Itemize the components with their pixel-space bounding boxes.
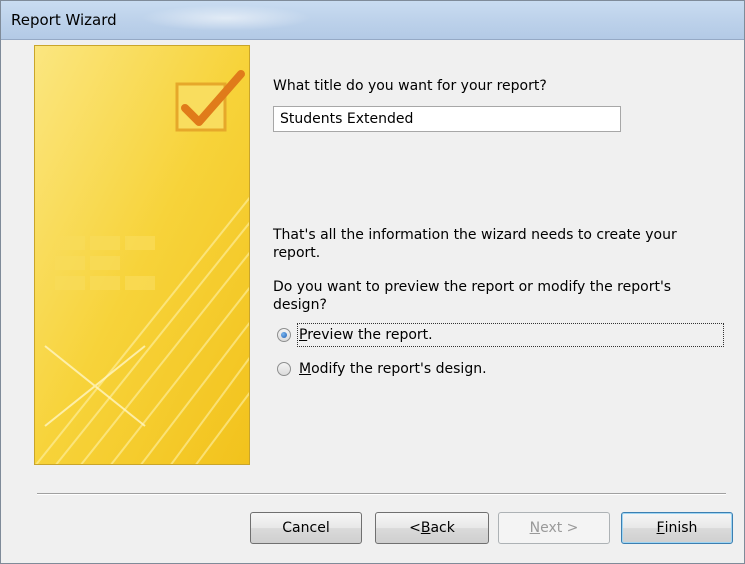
report-title-input[interactable] xyxy=(273,106,621,132)
modify-design-option[interactable]: Modify the report's design. xyxy=(277,357,487,381)
preview-report-option[interactable]: Preview the report. xyxy=(277,323,433,347)
info-text-line-1: That's all the information the wizard ne… xyxy=(273,227,677,243)
finish-button[interactable]: Finish xyxy=(621,512,733,544)
back-button[interactable]: < Back xyxy=(375,512,489,544)
cancel-button[interactable]: Cancel xyxy=(250,512,362,544)
preview-option-label: Preview the report. xyxy=(299,327,433,343)
info-text-line-2: report. xyxy=(273,245,321,261)
modify-option-label: Modify the report's design. xyxy=(299,361,487,377)
wizard-illustration xyxy=(34,45,250,465)
question-line-1: Do you want to preview the report or mod… xyxy=(273,279,672,295)
button-divider xyxy=(37,493,726,495)
question-line-2: design? xyxy=(273,297,327,313)
preview-radio-button[interactable] xyxy=(277,328,291,342)
title-bar: Report Wizard xyxy=(1,1,744,40)
modify-radio-button[interactable] xyxy=(277,362,291,376)
report-wizard-dialog: Report Wizard What title do you want for… xyxy=(0,0,745,564)
window-title: Report Wizard xyxy=(11,11,117,29)
next-button[interactable]: Next > xyxy=(498,512,610,544)
title-bar-glare xyxy=(141,5,311,31)
title-prompt-label: What title do you want for your report? xyxy=(273,78,547,94)
